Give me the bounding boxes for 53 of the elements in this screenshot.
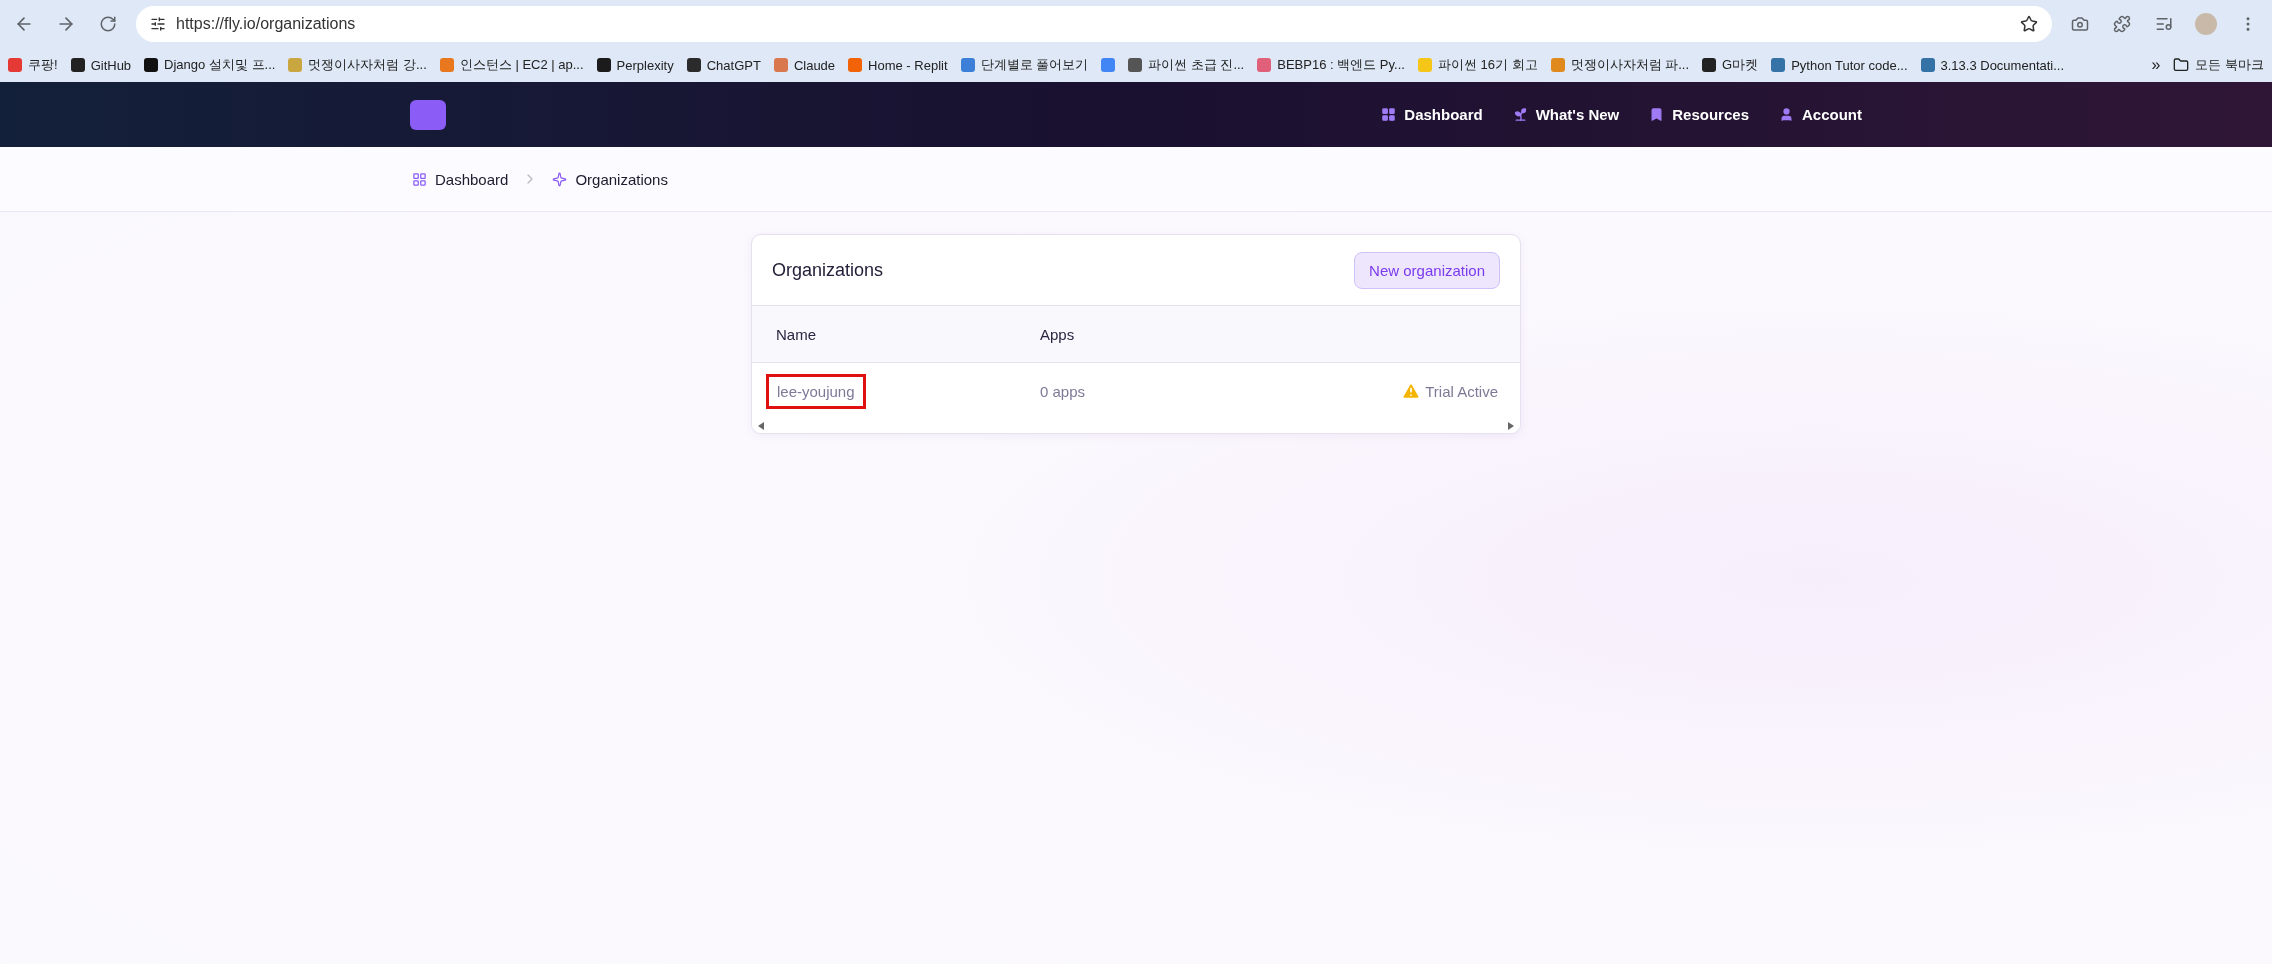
bookmark-link[interactable]: G마켓 xyxy=(1722,56,1759,74)
nav-link[interactable]: Account xyxy=(1779,106,1862,123)
bookmark-link[interactable]: GitHub xyxy=(90,57,132,73)
breadcrumb-link[interactable]: Organizations xyxy=(552,170,668,188)
sprout-icon xyxy=(1512,107,1528,122)
organization-link[interactable]: lee-youjung xyxy=(766,373,866,409)
bookmark-link[interactable]: 단계별로 풀어보기 xyxy=(980,56,1089,74)
sparkle-icon xyxy=(552,171,568,187)
nav-link[interactable]: Dashboard xyxy=(1381,106,1483,123)
folder-icon[interactable] xyxy=(2173,57,2190,73)
nav-link[interactable]: Resources xyxy=(1649,106,1749,123)
column-header: Name xyxy=(776,325,817,343)
bookmark-icon xyxy=(1649,107,1665,122)
grid-icon xyxy=(412,171,427,187)
all-bookmarks-link[interactable]: 모든 북마크 xyxy=(2195,56,2264,74)
bookmark-link[interactable]: 파이썬 초급 진... xyxy=(1148,56,1245,74)
column-header: Apps xyxy=(1040,325,1076,343)
table-cell-text: 0 apps xyxy=(1040,382,1087,400)
bookmark-link[interactable]: BEBP16 : 백엔드 Py... xyxy=(1277,56,1405,74)
scroll-right-icon[interactable] xyxy=(1508,422,1514,430)
breadcrumb-link[interactable]: Dashboard xyxy=(412,170,509,188)
horizontal-scrollbar[interactable] xyxy=(752,419,1520,433)
bookmark-link[interactable]: 3.13.3 Documentati... xyxy=(1940,57,2065,73)
address-bar[interactable]: https://fly.io/organizations xyxy=(136,6,2052,42)
logo-icon[interactable] xyxy=(410,99,446,130)
bookmark-icon[interactable] xyxy=(70,58,85,72)
bookmark-link[interactable]: Django 설치및 프... xyxy=(164,56,276,74)
status-cell: Trial Active xyxy=(1401,381,1498,401)
star-icon[interactable] xyxy=(2020,15,2038,33)
bookmark-link[interactable]: 인스턴스 | EC2 | ap... xyxy=(459,56,584,74)
card-title: Organizations xyxy=(772,259,884,281)
bookmark-icon[interactable] xyxy=(686,58,701,72)
bookmark-icon[interactable] xyxy=(596,58,611,72)
bookmark-link[interactable]: 멋쟁이사자처럼 강... xyxy=(308,56,427,74)
bookmark-link[interactable]: 파이썬 16기 회고 xyxy=(1437,56,1538,74)
bookmark-link[interactable]: Python Tutor code... xyxy=(1791,57,1908,73)
site-settings-icon[interactable] xyxy=(150,16,166,32)
new-organization-button[interactable]: New organization xyxy=(1354,251,1500,289)
url-text: https://fly.io/organizations xyxy=(176,15,357,33)
bookmark-icon[interactable] xyxy=(1128,58,1143,72)
user-icon xyxy=(1779,107,1794,122)
nav-link[interactable]: What's New xyxy=(1512,106,1620,123)
bookmark-link[interactable]: 쿠팡! xyxy=(28,56,58,74)
warning-icon xyxy=(1401,381,1422,401)
bookmark-link[interactable]: Perplexity xyxy=(616,57,674,73)
bookmark-link[interactable]: Home - Replit xyxy=(868,57,948,73)
bookmark-icon[interactable] xyxy=(144,58,159,72)
bookmark-link[interactable]: ChatGPT xyxy=(706,57,761,73)
bookmarks-overflow[interactable]: » xyxy=(2151,56,2161,74)
grid-icon xyxy=(1381,107,1397,122)
bookmark-link[interactable]: Claude xyxy=(793,57,836,73)
bookmark-link[interactable]: 멋쟁이사자처럼 파... xyxy=(1570,56,1689,74)
scroll-left-icon[interactable] xyxy=(758,422,764,430)
